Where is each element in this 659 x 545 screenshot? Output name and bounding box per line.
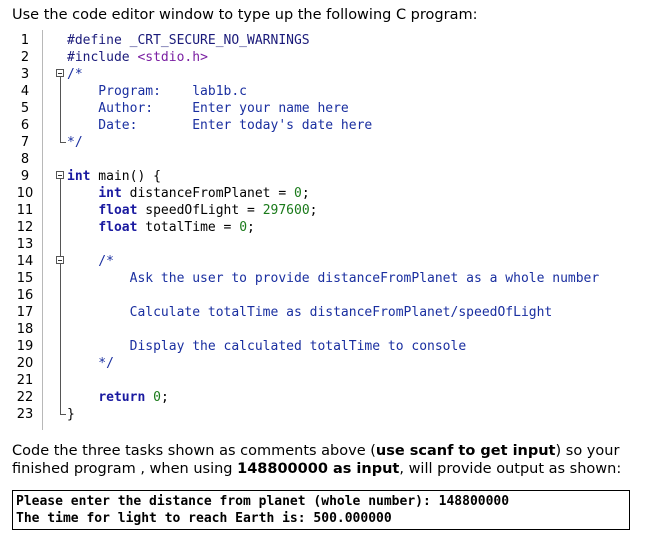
code-token: #define _CRT_SECURE_NO_WARNINGS <box>67 33 310 48</box>
line-number: 20 <box>16 356 34 371</box>
instruction-text: Code the three tasks shown as comments a… <box>12 443 376 459</box>
code-line[interactable]: int main() { <box>67 168 161 185</box>
code-token: distanceFromPlanet = <box>121 186 294 201</box>
code-token: Program: lab1b.c <box>67 84 248 99</box>
code-line[interactable]: float totalTime = 0; <box>67 219 255 236</box>
instruction-text: , will provide output as shown: <box>399 461 622 477</box>
code-token: Ask the user to provide distanceFromPlan… <box>67 271 600 286</box>
line-number: 5 <box>20 101 30 116</box>
code-token: ; <box>160 390 169 405</box>
code-token: /* <box>67 67 83 82</box>
code-line[interactable]: */ <box>67 355 114 372</box>
instruction-top: Use the code editor window to type up th… <box>12 7 478 23</box>
instruction-emphasis: use scanf to get input <box>375 443 556 459</box>
code-token: */ <box>67 135 83 150</box>
line-number: 10 <box>16 186 34 201</box>
line-number: 6 <box>20 118 30 133</box>
console-output-line: The time for light to reach Earth is: 50… <box>16 511 392 526</box>
code-token: Author: Enter your name here <box>67 101 349 116</box>
code-line[interactable]: #include <stdio.h> <box>67 49 208 66</box>
line-number: 8 <box>20 152 30 167</box>
code-line[interactable]: Display the calculated totalTime to cons… <box>67 338 467 355</box>
code-token: int <box>67 169 91 184</box>
fold-end-icon <box>60 409 66 415</box>
code-token: Display the calculated totalTime to cons… <box>67 339 467 354</box>
code-token: float <box>98 203 138 218</box>
code-line[interactable]: */ <box>67 134 83 151</box>
line-number-gutter: 1 2 3 4 5 6 7 8 9 10 11 12 13 14 15 16 17 18 19 20 21 22 23 <box>12 30 43 430</box>
instruction-emphasis: 148800000 as input <box>237 461 400 477</box>
code-token: 0 <box>239 220 248 235</box>
code-line[interactable]: } <box>67 406 75 423</box>
code-token: float <box>98 220 138 235</box>
code-token: */ <box>67 356 114 371</box>
line-number: 15 <box>16 271 34 286</box>
line-number: 21 <box>16 373 34 388</box>
code-token: /* <box>67 254 114 269</box>
fold-collapse-icon[interactable] <box>56 171 64 179</box>
line-number: 2 <box>20 50 30 65</box>
code-token: 297600 <box>262 203 310 218</box>
line-number: 16 <box>16 288 34 303</box>
line-number: 17 <box>16 305 34 320</box>
code-line[interactable]: /* <box>67 66 83 83</box>
line-number: 13 <box>16 237 34 252</box>
code-line[interactable]: Date: Enter today's date here <box>67 117 372 134</box>
fold-end-icon <box>60 137 66 143</box>
line-number: 12 <box>16 220 34 235</box>
line-number: 14 <box>16 254 34 269</box>
line-number: 9 <box>20 169 30 184</box>
code-token: speedOfLight = <box>137 203 263 218</box>
fold-collapse-icon[interactable] <box>56 256 64 264</box>
line-number: 11 <box>16 203 34 218</box>
code-line[interactable]: Ask the user to provide distanceFromPlan… <box>67 270 600 287</box>
line-number: 23 <box>16 407 34 422</box>
code-line[interactable]: /* <box>67 253 114 270</box>
code-token: 0 <box>293 186 302 201</box>
code-line[interactable]: return 0; <box>67 389 169 406</box>
code-token: #include <box>67 50 138 65</box>
fold-guide-line <box>60 77 61 141</box>
code-token: ; <box>301 186 310 201</box>
code-line[interactable]: int distanceFromPlanet = 0; <box>67 185 310 202</box>
fold-guide-line <box>60 264 61 362</box>
code-token: } <box>67 407 75 422</box>
line-number: 22 <box>16 390 34 405</box>
code-token: main() { <box>90 169 161 184</box>
code-token: Date: Enter today's date here <box>67 118 373 133</box>
code-line[interactable]: Author: Enter your name here <box>67 100 349 117</box>
code-line[interactable]: Program: lab1b.c <box>67 83 247 100</box>
code-token: totalTime = <box>137 220 240 235</box>
fold-collapse-icon[interactable] <box>56 69 64 77</box>
line-number: 4 <box>20 84 30 99</box>
code-line[interactable]: #define _CRT_SECURE_NO_WARNINGS <box>67 32 310 49</box>
instruction-bottom: Code the three tasks shown as comments a… <box>12 442 652 478</box>
code-token: ; <box>309 203 318 218</box>
line-number: 3 <box>20 67 30 82</box>
code-token: ; <box>247 220 255 235</box>
line-number: 1 <box>20 33 30 48</box>
code-token: <stdio.h> <box>137 50 208 65</box>
code-line[interactable]: Calculate totalTime as distanceFromPlane… <box>67 304 553 321</box>
code-token: Calculate totalTime as distanceFromPlane… <box>67 305 553 320</box>
console-output-box: Please enter the distance from planet (w… <box>12 490 630 530</box>
code-editor[interactable]: 1 2 3 4 5 6 7 8 9 10 11 12 13 14 15 16 17 18 19 20 21 22 23 #d… <box>12 30 652 430</box>
code-token: return <box>98 390 146 405</box>
line-number: 7 <box>20 135 30 150</box>
line-number: 19 <box>16 339 34 354</box>
code-token: 0 <box>153 390 161 405</box>
console-output-line: Please enter the distance from planet (w… <box>16 494 510 509</box>
line-number: 18 <box>16 322 34 337</box>
code-line[interactable]: float speedOfLight = 297600; <box>67 202 317 219</box>
code-token: int <box>98 186 122 201</box>
